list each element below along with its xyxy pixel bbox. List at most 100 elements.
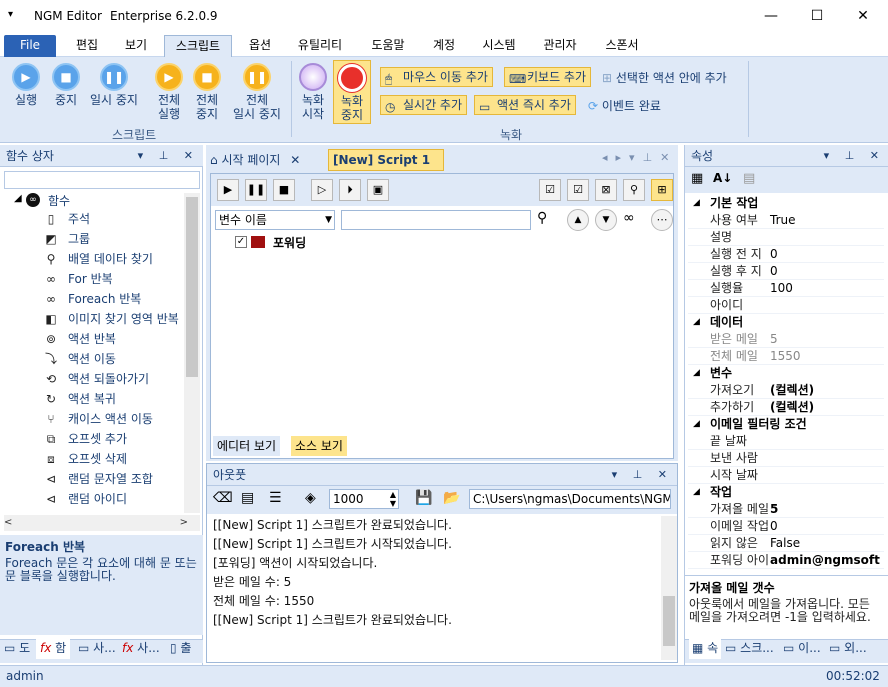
function-search-input[interactable] [4, 171, 200, 189]
tab-account[interactable]: 계정 [422, 35, 466, 57]
chevron-down-icon[interactable]: ▾ [8, 9, 13, 20]
tab-external[interactable]: ▭ 외... [829, 637, 867, 659]
more-icon[interactable]: ⋯ [651, 209, 673, 231]
tab-file[interactable]: File [4, 35, 56, 57]
up-icon[interactable]: ▲ [567, 209, 589, 231]
tab-user[interactable]: ▭ 사... [78, 637, 116, 659]
variable-select[interactable]: 변수 이름 ▼ [215, 210, 335, 230]
close-icon[interactable]: ✕ [840, 0, 886, 32]
prop-row[interactable]: 실행율 100 [688, 280, 884, 297]
prop-row[interactable]: 포워딩 아이 admin@ngmsoftw [688, 552, 884, 569]
prop-row[interactable]: 사용 여부 True [688, 212, 884, 229]
down-icon[interactable]: ▼ [595, 209, 617, 231]
play-outline-icon[interactable]: ▷ [311, 179, 333, 201]
stop-icon[interactable]: ■ [273, 179, 295, 201]
event-complete-button[interactable]: ⟳ 이벤트 완료 [588, 97, 661, 114]
clean-icon[interactable]: ⌫ [213, 490, 233, 506]
tab-system[interactable]: 시스템 [472, 35, 526, 57]
check-icon[interactable]: ☑ [567, 179, 589, 201]
prop-row[interactable]: 전체 메일 1550 [688, 348, 884, 365]
stepper-arrows-icon[interactable]: ▲ ▼ [390, 490, 396, 508]
add-keyboard-button[interactable]: ⌨ 키보드 추가 [504, 67, 592, 87]
tab-admin[interactable]: 관리자 [532, 35, 588, 57]
vertical-scrollbar[interactable] [184, 193, 200, 513]
prop-row[interactable]: 이메일 작업 0 [688, 518, 884, 535]
tab-output[interactable]: ▯ 출 [170, 637, 191, 659]
prop-category-filter[interactable]: ◢ 이메일 필터링 조건 [688, 416, 884, 433]
tab-utility[interactable]: 유틸리티 [288, 35, 352, 57]
maximize-icon[interactable]: ☐ [794, 0, 840, 32]
tree-item-checkbox[interactable]: ✓ [235, 236, 247, 248]
search-icon[interactable]: ⚲ [623, 179, 645, 201]
delete-icon[interactable]: ⊠ [595, 179, 617, 201]
check-all-icon[interactable]: ☑ [539, 179, 561, 201]
prop-row[interactable]: 보낸 사람 [688, 450, 884, 467]
tree-root-label[interactable]: 함수 [48, 192, 70, 209]
run-button[interactable]: ▶ 실행 [6, 63, 46, 107]
tab-source-view[interactable]: 소스 보기 [291, 436, 347, 456]
step-icon[interactable]: ⏵ [339, 179, 361, 201]
tab-properties[interactable]: ▦ 속 [689, 637, 722, 659]
prop-category-data[interactable]: ◢ 데이터 [688, 314, 884, 331]
record-start-button[interactable]: 녹화 시작 [296, 63, 330, 121]
save-icon[interactable]: 💾 [415, 490, 432, 506]
output-path-field[interactable]: C:\Users\ngmas\Documents\NGM6\ [469, 489, 671, 509]
tree-item-forwarding[interactable]: 포워딩 [273, 234, 306, 251]
play-icon[interactable]: ▶ [217, 179, 239, 201]
stop-all-button[interactable]: ■ 전체 중지 [188, 63, 226, 121]
scroll-thumb[interactable] [186, 197, 198, 377]
tab-script-list[interactable]: ▭ 스크... [725, 637, 774, 659]
tab-script-1[interactable]: [New] Script 1 ✕ [328, 149, 444, 187]
tab-script[interactable]: 스크립트 [164, 35, 232, 57]
pause-icon[interactable]: ❚❚ [245, 179, 267, 201]
tab-sponsor[interactable]: 스폰서 [594, 35, 650, 57]
add-inside-selected-button[interactable]: ⊞ 선택한 액션 안에 추가 [602, 69, 727, 86]
categorized-icon[interactable]: ▦ [691, 171, 703, 186]
close-icon[interactable]: ✕ [290, 153, 300, 167]
prop-row[interactable]: 설명 [688, 229, 884, 246]
folder-icon[interactable]: 📂 [443, 490, 460, 506]
tab-help[interactable]: 도움말 [360, 35, 416, 57]
tab-image[interactable]: ▭ 이... [783, 637, 821, 659]
prop-row[interactable]: 시작 날짜 [688, 467, 884, 484]
eraser-icon[interactable]: ◈ [305, 490, 316, 506]
prop-category-work[interactable]: ◢ 작업 [688, 484, 884, 501]
tab-nav-icons[interactable]: ◂▸▾⊥✕ [602, 151, 677, 164]
max-lines-stepper[interactable]: 1000 ▲ ▼ [329, 489, 399, 509]
tab-box[interactable]: ▭ 도 [4, 637, 30, 659]
tab-function[interactable]: fx 함 [36, 637, 71, 659]
panel-pin-close-icon[interactable]: ▾ ⊥ ✕ [824, 145, 885, 167]
prop-row[interactable]: 읽지 않은 False [688, 535, 884, 552]
prop-row[interactable]: 실행 후 지0 [688, 263, 884, 280]
prop-row[interactable]: 가져오기 (컬렉션) [688, 382, 884, 399]
pause-all-button[interactable]: ❚❚ 전체 일시 중지 [228, 63, 286, 121]
prop-row[interactable]: 실행 전 지0 [688, 246, 884, 263]
prop-row[interactable]: 추가하기 (컬렉션) [688, 399, 884, 416]
prop-category-variable[interactable]: ◢ 변수 [688, 365, 884, 382]
run-all-button[interactable]: ▶ 전체 실행 [150, 63, 188, 121]
step-into-icon[interactable]: ▣ [367, 179, 389, 201]
pause-button[interactable]: ❚❚ 일시 중지 [86, 63, 142, 107]
tab-editor-view[interactable]: 에디터 보기 [213, 436, 281, 456]
tab-options[interactable]: 옵션 [236, 35, 284, 57]
prop-row[interactable]: 끝 날짜 [688, 433, 884, 450]
scroll-thumb[interactable] [663, 596, 675, 646]
prop-row[interactable]: 가져올 메일 5 [688, 501, 884, 518]
tab-start-page[interactable]: ⌂ 시작 페이지 ✕ [210, 149, 326, 171]
prop-row[interactable]: 받은 메일 5 [688, 331, 884, 348]
add-mouse-move-button[interactable]: 🖱 마우스 이동 추가 [380, 67, 493, 87]
prop-category-basic[interactable]: ◢ 기본 작업 [688, 195, 884, 212]
add-action-now-button[interactable]: ▭ 액션 즉시 추가 [474, 95, 576, 115]
add-realtime-button[interactable]: ◷ 실시간 추가 [380, 95, 468, 115]
panel-pin-close-icon[interactable]: ▾ ⊥ ✕ [612, 464, 673, 486]
tree-collapse-icon[interactable]: ◢ [14, 193, 22, 204]
record-stop-button[interactable]: 녹화 중지 [333, 60, 371, 124]
property-pages-icon[interactable]: ▤ [743, 171, 755, 186]
search-icon[interactable]: ⚲ [537, 210, 547, 226]
output-scrollbar[interactable] [661, 516, 677, 660]
stop-button[interactable]: ■ 중지 [46, 63, 86, 107]
infinity-icon[interactable]: ∞ [623, 210, 635, 226]
tree-view-icon[interactable]: ⊞ [651, 179, 673, 201]
prop-row[interactable]: 아이디 [688, 297, 884, 314]
tab-view[interactable]: 보기 [112, 35, 160, 57]
